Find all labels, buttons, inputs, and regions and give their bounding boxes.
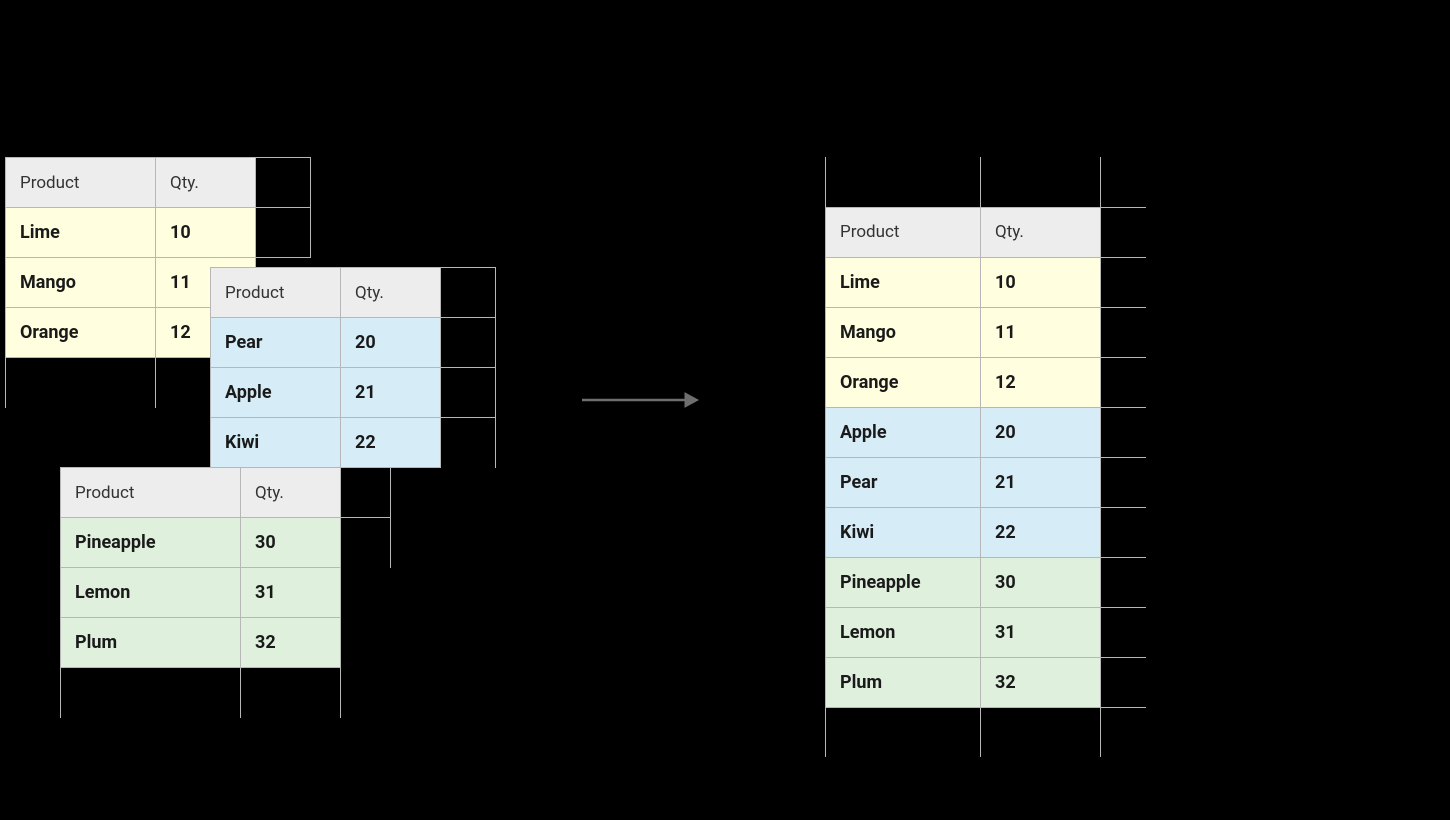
cell-qty: 31: [241, 568, 341, 618]
cell-product: Lime: [6, 208, 156, 258]
extra-grid-cell: [1101, 207, 1146, 257]
col-header-product: Product: [826, 207, 981, 257]
cell-qty: 31: [981, 607, 1101, 657]
table-row: Lemon 31: [61, 568, 341, 618]
extra-grid-cell: [256, 158, 311, 208]
cell-qty: 30: [981, 557, 1101, 607]
extra-grid-cell: [441, 268, 496, 318]
merged-table: Product Qty. Lime 10 Mango 11 Orange 12 …: [825, 157, 1146, 757]
cell-product: Pineapple: [826, 557, 981, 607]
cell-qty: 20: [981, 407, 1101, 457]
extra-grid-cell: [256, 208, 311, 258]
table-row: Mango 11: [826, 307, 1146, 357]
arrow-right-icon: [580, 385, 700, 415]
col-header-product: Product: [6, 158, 156, 208]
col-header-qty: Qty.: [241, 468, 341, 518]
cell-qty: 32: [981, 657, 1101, 707]
col-header-product: Product: [61, 468, 241, 518]
cell-product: Mango: [826, 307, 981, 357]
col-header-qty: Qty.: [341, 268, 441, 318]
cell-product: Apple: [211, 368, 341, 418]
cell-qty: 22: [981, 507, 1101, 557]
cell-product: Plum: [61, 618, 241, 668]
table-row: Apple 21: [211, 368, 496, 418]
col-header-product: Product: [211, 268, 341, 318]
table-row: Pear 20: [211, 318, 496, 368]
table-row: Kiwi 22: [826, 507, 1146, 557]
table-header-row: Product Qty.: [211, 268, 496, 318]
col-header-qty: Qty.: [156, 158, 256, 208]
cell-qty: 21: [981, 457, 1101, 507]
extra-grid-row: [61, 668, 341, 718]
cell-product: Pineapple: [61, 518, 241, 568]
extra-grid-row: [826, 707, 1146, 757]
table-header-row: Product Qty.: [826, 207, 1146, 257]
cell-qty: 22: [341, 418, 441, 468]
extra-grid-cell: [441, 418, 496, 468]
table-row: Lime 10: [826, 257, 1146, 307]
cell-qty: 12: [981, 357, 1101, 407]
extra-grid: [340, 467, 391, 568]
cell-product: Apple: [826, 407, 981, 457]
cell-product: Mango: [6, 258, 156, 308]
cell-product: Pear: [826, 457, 981, 507]
table-header-row: Product Qty.: [6, 158, 311, 208]
cell-product: Kiwi: [826, 507, 981, 557]
source-table-2: Product Qty. Pear 20 Apple 21 Kiwi 22: [210, 267, 496, 468]
extra-grid-row: [826, 157, 1146, 207]
cell-qty: 10: [981, 257, 1101, 307]
table-row: Apple 20: [826, 407, 1146, 457]
cell-qty: 30: [241, 518, 341, 568]
cell-product: Orange: [6, 308, 156, 358]
cell-product: Lemon: [61, 568, 241, 618]
cell-qty: 20: [341, 318, 441, 368]
cell-qty: 21: [341, 368, 441, 418]
cell-qty: 10: [156, 208, 256, 258]
extra-grid-cell: [441, 318, 496, 368]
cell-product: Lime: [826, 257, 981, 307]
source-table-3: Product Qty. Pineapple 30 Lemon 31 Plum …: [60, 467, 341, 718]
extra-grid-cell: [441, 368, 496, 418]
cell-qty: 11: [981, 307, 1101, 357]
cell-qty: 32: [241, 618, 341, 668]
table-row: Plum 32: [61, 618, 341, 668]
cell-product: Kiwi: [211, 418, 341, 468]
cell-product: Orange: [826, 357, 981, 407]
table-row: Plum 32: [826, 657, 1146, 707]
table-row: Lemon 31: [826, 607, 1146, 657]
table-row: Lime 10: [6, 208, 311, 258]
table-row: Pear 21: [826, 457, 1146, 507]
table-header-row: Product Qty.: [61, 468, 341, 518]
col-header-qty: Qty.: [981, 207, 1101, 257]
table-row: Kiwi 22: [211, 418, 496, 468]
table-row: Pineapple 30: [826, 557, 1146, 607]
table-row: Pineapple 30: [61, 518, 341, 568]
table-row: Orange 12: [826, 357, 1146, 407]
cell-product: Plum: [826, 657, 981, 707]
cell-product: Pear: [211, 318, 341, 368]
cell-product: Lemon: [826, 607, 981, 657]
